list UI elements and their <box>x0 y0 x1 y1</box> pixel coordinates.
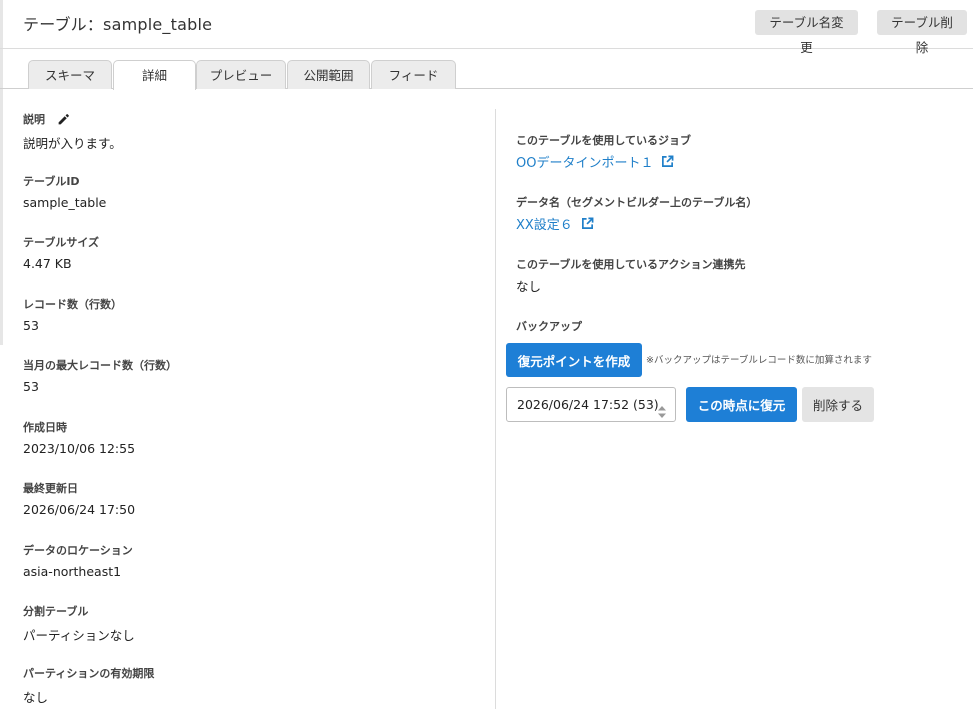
description-field: 説明 説明が入ります。 <box>23 111 483 152</box>
pencil-icon[interactable] <box>57 113 70 126</box>
max-records-field: 当月の最大レコード数（行数） 53 <box>23 357 483 394</box>
delete-table-button[interactable]: テーブル削除 <box>877 10 967 55</box>
partition-table-field: 分割テーブル パーティションなし <box>23 603 483 644</box>
location-label: データのロケーション <box>23 544 133 557</box>
select-arrows-icon <box>658 398 666 418</box>
description-label: 説明 <box>23 113 45 126</box>
data-name-link[interactable]: XX設定６ <box>516 214 594 233</box>
table-id-field: テーブルID sample_table <box>23 173 483 210</box>
tab-preview[interactable]: プレビュー <box>196 60 286 89</box>
created-at-label: 作成日時 <box>23 421 67 434</box>
partition-table-label: 分割テーブル <box>23 605 89 618</box>
location-field: データのロケーション asia-northeast1 <box>23 542 483 579</box>
created-at-field: 作成日時 2023/10/06 12:55 <box>23 419 483 456</box>
backup-select-value: 2026/06/24 17:52 (53) <box>517 397 659 412</box>
backup-select[interactable]: 2026/06/24 17:52 (53) <box>506 387 676 422</box>
actions-value: なし <box>516 279 542 294</box>
page-header: テーブル：sample_table テーブル名変更 テーブル削除 <box>0 0 973 55</box>
column-divider <box>495 109 496 709</box>
job-link-text[interactable]: OOデータインポート１ <box>516 152 653 171</box>
table-id-value: sample_table <box>23 195 107 210</box>
partition-expiry-label: パーティションの有効期限 <box>23 667 155 680</box>
page-title: テーブル：sample_table <box>23 15 213 34</box>
rename-table-button[interactable]: テーブル名変更 <box>755 10 858 55</box>
updated-at-field: 最終更新日 2026/06/24 17:50 <box>23 480 483 517</box>
table-size-value: 4.47 KB <box>23 256 72 271</box>
backup-note: ※バックアップはテーブルレコード数に加算されます <box>646 355 872 366</box>
jobs-label: このテーブルを使用しているジョブ <box>516 134 692 147</box>
left-edge-bar <box>0 0 3 345</box>
table-size-label: テーブルサイズ <box>23 236 100 249</box>
tab-detail[interactable]: 詳細 <box>113 60 196 90</box>
tab-feed[interactable]: フィード <box>371 60 456 89</box>
max-records-value: 53 <box>23 379 39 394</box>
record-count-label: レコード数（行数） <box>23 298 122 311</box>
job-link[interactable]: OOデータインポート１ <box>516 152 674 171</box>
create-restore-point-button[interactable]: 復元ポイントを作成 <box>506 343 642 377</box>
record-count-field: レコード数（行数） 53 <box>23 296 483 333</box>
actions-label: このテーブルを使用しているアクション連携先 <box>516 258 746 271</box>
max-records-label: 当月の最大レコード数（行数） <box>23 359 177 372</box>
partition-expiry-field: パーティションの有効期限 なし <box>23 665 483 706</box>
tab-schema[interactable]: スキーマ <box>28 60 112 89</box>
tab-visibility[interactable]: 公開範囲 <box>287 60 370 89</box>
updated-at-value: 2026/06/24 17:50 <box>23 502 136 517</box>
restore-button[interactable]: この時点に復元 <box>686 387 797 422</box>
created-at-value: 2023/10/06 12:55 <box>23 441 136 456</box>
description-value: 説明が入ります。 <box>23 136 122 151</box>
table-id-label: テーブルID <box>23 175 80 188</box>
partition-expiry-value: なし <box>23 690 49 705</box>
table-size-field: テーブルサイズ 4.47 KB <box>23 234 483 271</box>
delete-backup-button[interactable]: 削除する <box>802 387 874 422</box>
partition-table-value: パーティションなし <box>23 628 135 643</box>
updated-at-label: 最終更新日 <box>23 482 78 495</box>
data-name-link-text[interactable]: XX設定６ <box>516 214 573 233</box>
external-link-icon[interactable] <box>581 217 594 230</box>
location-value: asia-northeast1 <box>23 564 122 579</box>
external-link-icon[interactable] <box>661 155 674 168</box>
backup-label: バックアップ <box>516 320 582 333</box>
data-name-label: データ名（セグメントビルダー上のテーブル名） <box>516 196 758 209</box>
record-count-value: 53 <box>23 318 39 333</box>
tab-bar: スキーマ 詳細 プレビュー 公開範囲 フィード <box>0 60 973 90</box>
